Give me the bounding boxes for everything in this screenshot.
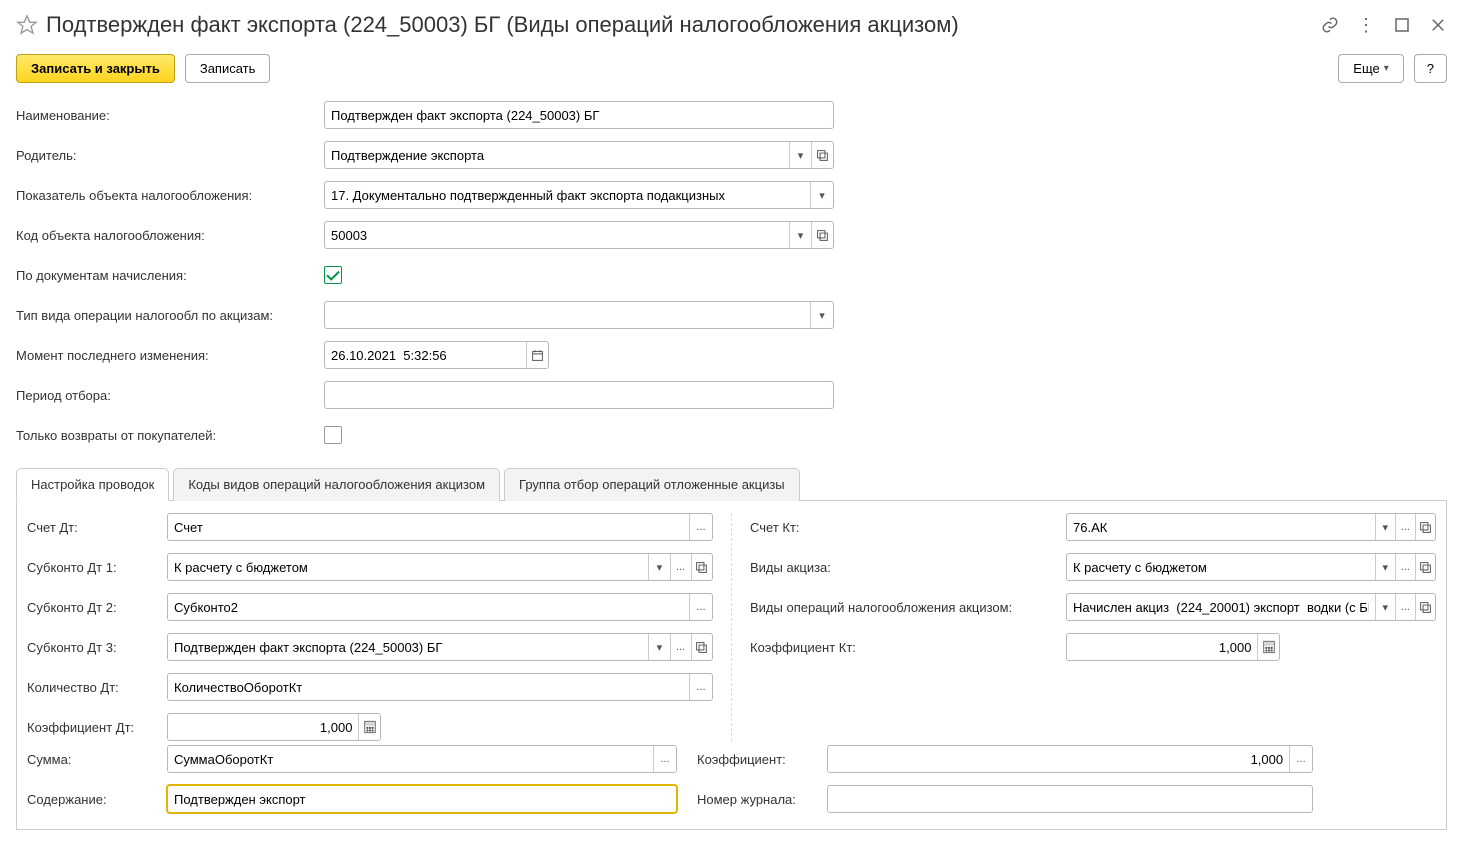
excise-ops-select-icon[interactable]: ... xyxy=(1395,594,1415,620)
name-input[interactable] xyxy=(325,102,833,128)
save-button[interactable]: Записать xyxy=(185,54,271,83)
coef-dt-calc-icon[interactable] xyxy=(358,714,380,740)
taxcode-dropdown-icon[interactable]: ▾ xyxy=(789,222,811,248)
coef-kt-label: Коэффициент Кт: xyxy=(750,640,1066,655)
tab-operation-codes[interactable]: Коды видов операций налогообложения акци… xyxy=(173,468,500,501)
excise-ops-open-icon[interactable] xyxy=(1415,594,1435,620)
excise-types-dropdown-icon[interactable]: ▾ xyxy=(1375,554,1395,580)
sub3-label: Субконто Дт 3: xyxy=(27,640,167,655)
taxcode-label: Код объекта налогообложения: xyxy=(16,228,324,243)
excise-ops-dropdown-icon[interactable]: ▾ xyxy=(1375,594,1395,620)
returns-checkbox[interactable] xyxy=(324,426,342,444)
indicator-input[interactable] xyxy=(325,182,810,208)
sum-label: Сумма: xyxy=(27,752,167,767)
sub1-open-icon[interactable] xyxy=(691,554,712,580)
sub1-input[interactable] xyxy=(168,554,648,580)
sub3-dropdown-icon[interactable]: ▾ xyxy=(648,634,669,660)
indicator-label: Показатель объекта налогообложения: xyxy=(16,188,324,203)
maximize-icon[interactable] xyxy=(1393,16,1411,34)
journal-label: Номер журнала: xyxy=(697,792,827,807)
optype-label: Тип вида операции налогообл по акцизам: xyxy=(16,308,324,323)
qty-dt-label: Количество Дт: xyxy=(27,680,167,695)
parent-input[interactable] xyxy=(325,142,789,168)
sum-input[interactable] xyxy=(168,746,653,772)
excise-types-select-icon[interactable]: ... xyxy=(1395,554,1415,580)
bydocs-label: По документам начисления: xyxy=(16,268,324,283)
taxcode-input[interactable] xyxy=(325,222,789,248)
coef-label: Коэффициент: xyxy=(697,752,827,767)
parent-label: Родитель: xyxy=(16,148,324,163)
favorite-star-icon[interactable] xyxy=(16,14,38,36)
sub3-input[interactable] xyxy=(168,634,648,660)
acc-kt-select-icon[interactable]: ... xyxy=(1395,514,1415,540)
parent-dropdown-icon[interactable]: ▾ xyxy=(789,142,811,168)
period-input[interactable] xyxy=(325,382,833,408)
help-button[interactable]: ? xyxy=(1414,54,1447,83)
modified-label: Момент последнего изменения: xyxy=(16,348,324,363)
acc-kt-open-icon[interactable] xyxy=(1415,514,1435,540)
sub1-label: Субконто Дт 1: xyxy=(27,560,167,575)
excise-ops-label: Виды операций налогообложения акцизом: xyxy=(750,600,1066,615)
sub2-label: Субконто Дт 2: xyxy=(27,600,167,615)
chevron-down-icon: ▾ xyxy=(1384,63,1389,74)
sum-select-icon[interactable]: ... xyxy=(653,746,676,772)
calendar-icon[interactable] xyxy=(526,342,548,368)
content-input[interactable] xyxy=(168,786,676,812)
save-and-close-button[interactable]: Записать и закрыть xyxy=(16,54,175,83)
acc-dt-select-icon[interactable]: ... xyxy=(689,514,712,540)
excise-types-open-icon[interactable] xyxy=(1415,554,1435,580)
sub3-open-icon[interactable] xyxy=(691,634,712,660)
coef-kt-input[interactable] xyxy=(1067,634,1257,660)
optype-dropdown-icon[interactable]: ▾ xyxy=(810,302,833,328)
returns-label: Только возвраты от покупателей: xyxy=(16,428,324,443)
taxcode-open-icon[interactable] xyxy=(811,222,833,248)
sub3-select-icon[interactable]: ... xyxy=(670,634,691,660)
more-button[interactable]: Еще ▾ xyxy=(1338,54,1403,83)
kebab-menu-icon[interactable]: ⋮ xyxy=(1357,16,1375,34)
modified-input[interactable] xyxy=(325,342,526,368)
qty-dt-select-icon[interactable]: ... xyxy=(689,674,712,700)
indicator-dropdown-icon[interactable]: ▾ xyxy=(810,182,833,208)
sub2-input[interactable] xyxy=(168,594,689,620)
qty-dt-input[interactable] xyxy=(168,674,689,700)
coef-kt-calc-icon[interactable] xyxy=(1257,634,1279,660)
coef-dt-label: Коэффициент Дт: xyxy=(27,720,167,735)
acc-dt-input[interactable] xyxy=(168,514,689,540)
acc-dt-label: Счет Дт: xyxy=(27,520,167,535)
coef-dt-input[interactable] xyxy=(168,714,358,740)
acc-kt-input[interactable] xyxy=(1067,514,1375,540)
excise-ops-input[interactable] xyxy=(1067,594,1375,620)
content-label: Содержание: xyxy=(27,792,167,807)
acc-kt-dropdown-icon[interactable]: ▾ xyxy=(1375,514,1395,540)
sub1-dropdown-icon[interactable]: ▾ xyxy=(648,554,669,580)
excise-types-label: Виды акциза: xyxy=(750,560,1066,575)
sub1-select-icon[interactable]: ... xyxy=(670,554,691,580)
sub2-select-icon[interactable]: ... xyxy=(689,594,712,620)
parent-open-icon[interactable] xyxy=(811,142,833,168)
tab-postings[interactable]: Настройка проводок xyxy=(16,468,169,501)
close-icon[interactable] xyxy=(1429,16,1447,34)
window-title: Подтвержден факт экспорта (224_50003) БГ… xyxy=(46,12,1321,38)
acc-kt-label: Счет Кт: xyxy=(750,520,1066,535)
coef-select-icon[interactable]: ... xyxy=(1289,746,1312,772)
link-icon[interactable] xyxy=(1321,16,1339,34)
coef-input[interactable] xyxy=(828,746,1289,772)
tab-deferred-group[interactable]: Группа отбор операций отложенные акцизы xyxy=(504,468,800,501)
journal-input[interactable] xyxy=(828,786,1312,812)
name-label: Наименование: xyxy=(16,108,324,123)
excise-types-input[interactable] xyxy=(1067,554,1375,580)
bydocs-checkbox[interactable] xyxy=(324,266,342,284)
optype-input[interactable] xyxy=(325,302,810,328)
period-label: Период отбора: xyxy=(16,388,324,403)
